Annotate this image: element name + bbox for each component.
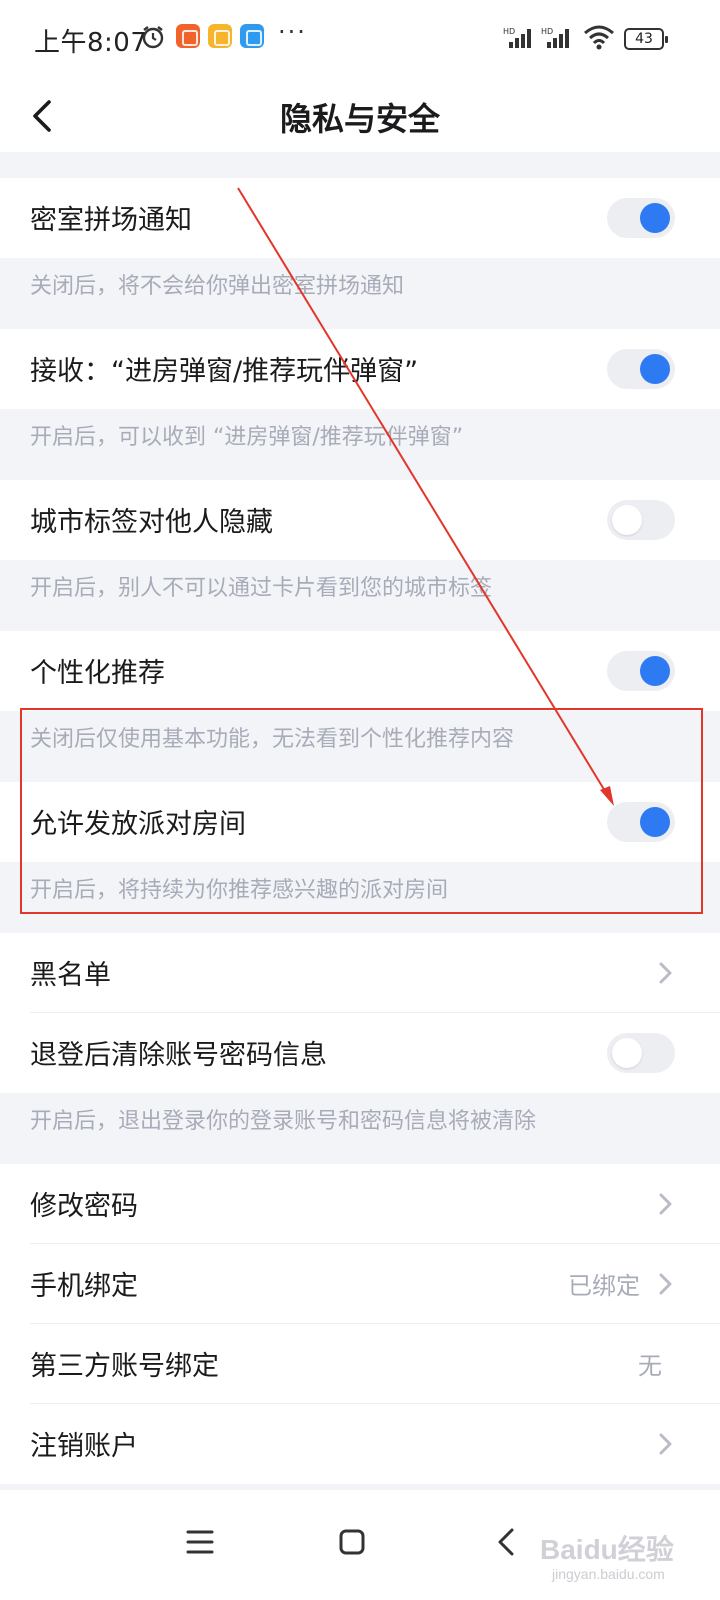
svg-text:HD: HD bbox=[503, 27, 515, 36]
setting-label: 注销账户 bbox=[30, 1431, 138, 1462]
app-notification-icon bbox=[176, 24, 200, 48]
setting-description: 开启后，可以收到 “进房弹窗/推荐玩伴弹窗” bbox=[30, 425, 464, 450]
watermark-text: Baidu经验 bbox=[540, 1534, 674, 1565]
setting-row-clear-credentials: 退登后清除账号密码信息 bbox=[0, 1013, 720, 1093]
setting-row-hide-city-tag: 城市标签对他人隐藏 bbox=[0, 480, 720, 560]
setting-label: 第三方账号绑定 bbox=[30, 1351, 219, 1382]
phone-binding-status: 已绑定 bbox=[568, 1272, 640, 1300]
setting-description: 开启后，退出登录你的登录账号和密码信息将被清除 bbox=[30, 1109, 537, 1134]
setting-label: 接收：“进房弹窗/推荐玩伴弹窗” bbox=[30, 356, 419, 387]
home-button[interactable] bbox=[330, 1520, 374, 1564]
setting-description: 关闭后仅使用基本功能，无法看到个性化推荐内容 bbox=[30, 727, 515, 752]
signal-icon: HD bbox=[503, 26, 537, 54]
chevron-right-icon bbox=[659, 1433, 672, 1455]
setting-row-blacklist[interactable]: 黑名单 bbox=[0, 933, 720, 1013]
setting-description: 关闭后，将不会给你弹出密室拼场通知 bbox=[30, 274, 405, 299]
setting-label: 修改密码 bbox=[30, 1191, 138, 1222]
party-room-toggle[interactable] bbox=[607, 802, 675, 842]
menu-icon bbox=[186, 1530, 214, 1554]
hide-city-tag-toggle[interactable] bbox=[607, 500, 675, 540]
setting-label: 城市标签对他人隐藏 bbox=[30, 507, 273, 538]
clear-credentials-toggle[interactable] bbox=[607, 1033, 675, 1073]
app-notification-icon bbox=[208, 24, 232, 48]
setting-label: 个性化推荐 bbox=[30, 658, 165, 689]
setting-row-third-party-binding[interactable]: 第三方账号绑定 无 bbox=[0, 1324, 720, 1404]
setting-label: 密室拼场通知 bbox=[30, 205, 192, 236]
popup-receive-toggle[interactable] bbox=[607, 349, 675, 389]
square-icon bbox=[339, 1529, 365, 1555]
setting-label: 退登后清除账号密码信息 bbox=[30, 1040, 327, 1071]
toggle-knob bbox=[612, 505, 642, 535]
toggle-knob bbox=[640, 807, 670, 837]
status-bar: 上午8:07 ··· HD HD 43 bbox=[0, 0, 720, 80]
setting-label: 手机绑定 bbox=[30, 1271, 138, 1302]
recent-apps-button[interactable] bbox=[178, 1520, 222, 1564]
app-notification-icon bbox=[240, 24, 264, 48]
toggle-knob bbox=[612, 1038, 642, 1068]
personalized-recommend-toggle[interactable] bbox=[607, 651, 675, 691]
watermark-url: jingyan.baidu.com bbox=[552, 1566, 665, 1582]
setting-label: 黑名单 bbox=[30, 960, 111, 991]
wifi-icon bbox=[583, 24, 615, 54]
setting-row-deactivate-account[interactable]: 注销账户 bbox=[0, 1404, 720, 1484]
setting-label: 允许发放派对房间 bbox=[30, 809, 246, 840]
third-party-binding-status: 无 bbox=[638, 1352, 662, 1380]
setting-row-party-room: 允许发放派对房间 bbox=[0, 782, 720, 862]
setting-row-escape-room-notify: 密室拼场通知 bbox=[0, 178, 720, 258]
setting-row-personalized-recommend: 个性化推荐 bbox=[0, 631, 720, 711]
battery-indicator: 43 bbox=[624, 28, 668, 50]
toggle-knob bbox=[640, 203, 670, 233]
setting-row-phone-binding[interactable]: 手机绑定 已绑定 bbox=[0, 1244, 720, 1324]
signal-icon: HD bbox=[541, 26, 575, 54]
chevron-right-icon bbox=[659, 962, 672, 984]
chevron-right-icon bbox=[659, 1273, 672, 1295]
toggle-knob bbox=[640, 656, 670, 686]
svg-text:HD: HD bbox=[541, 27, 553, 36]
page-title: 隐私与安全 bbox=[279, 100, 440, 138]
navigation-bar: 隐私与安全 bbox=[0, 80, 720, 152]
setting-row-change-password[interactable]: 修改密码 bbox=[0, 1164, 720, 1244]
more-notifications-icon: ··· bbox=[278, 18, 307, 46]
status-time: 上午8:07 bbox=[34, 28, 148, 58]
baidu-jingyan-watermark: Baidu经验 jingyan.baidu.com bbox=[540, 1500, 710, 1590]
escape-room-notify-toggle[interactable] bbox=[607, 198, 675, 238]
setting-description: 开启后，将持续为你推荐感兴趣的派对房间 bbox=[30, 878, 449, 903]
setting-row-popup-receive: 接收：“进房弹窗/推荐玩伴弹窗” bbox=[0, 329, 720, 409]
alarm-icon bbox=[140, 24, 166, 54]
setting-description: 开启后，别人不可以通过卡片看到您的城市标签 bbox=[30, 576, 493, 601]
chevron-right-icon bbox=[659, 1193, 672, 1215]
system-back-button[interactable] bbox=[484, 1520, 528, 1564]
toggle-knob bbox=[640, 354, 670, 384]
chevron-left-icon bbox=[498, 1528, 514, 1556]
